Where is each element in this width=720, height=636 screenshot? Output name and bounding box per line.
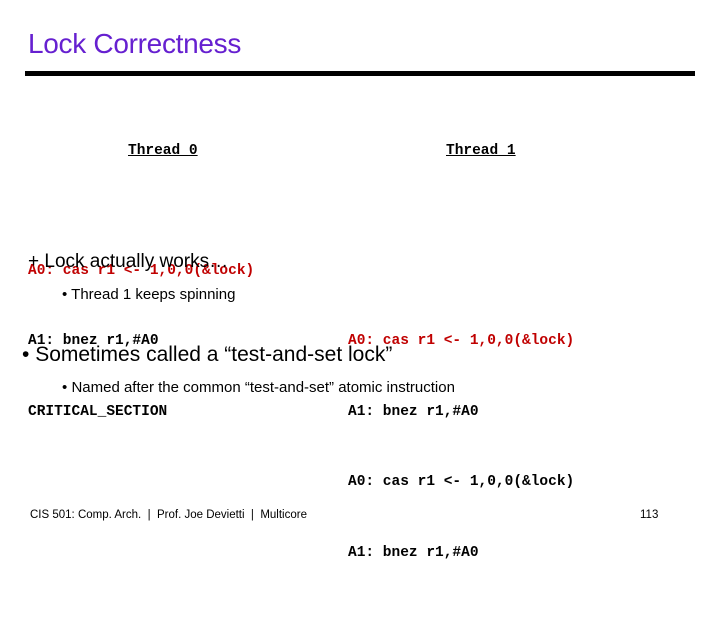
bullet-label: Sometimes called a “test-and-set lock”	[35, 343, 393, 366]
footer-course-info: CIS 501: Comp. Arch. | Prof. Joe Deviett…	[30, 509, 307, 521]
page-title: Lock Correctness	[28, 28, 242, 59]
bullet-dot-icon: •	[62, 379, 68, 396]
thread-0-heading: Thread 0	[128, 143, 198, 159]
bullet-label: Named after the common “test-and-set” at…	[71, 379, 455, 396]
bullet-label: Lock actually works…	[44, 251, 229, 272]
code-lines-thread-1: A0: cas r1 <- 1,0,0(&lock) A1: bnez r1,#…	[348, 213, 574, 613]
plus-marker-icon: +	[28, 251, 40, 272]
bullet-thread-spinning: • Thread 1 keeps spinning	[62, 285, 235, 304]
slide-page-number: 113	[640, 509, 659, 521]
code-line: CRITICAL_SECTION	[28, 403, 168, 420]
bullet-dot-icon: •	[62, 286, 68, 303]
bullet-label: Thread 1 keeps spinning	[71, 286, 236, 303]
code-line: A1: bnez r1,#A0	[348, 403, 479, 420]
bullet-lock-works: + Lock actually works…	[28, 250, 228, 273]
code-line: A1: bnez r1,#A0	[348, 544, 479, 561]
code-line: A0: cas r1 <- 1,0,0(&lock)	[348, 474, 575, 490]
bullet-test-and-set-lock: • Sometimes called a “test-and-set lock”	[22, 343, 392, 366]
bullet-named-after: • Named after the common “test-and-set” …	[62, 378, 455, 397]
thread-1-heading: Thread 1	[446, 143, 516, 159]
bullet-dot-icon: •	[22, 343, 30, 366]
code-line-spacer	[348, 260, 574, 284]
title-divider	[25, 71, 695, 76]
